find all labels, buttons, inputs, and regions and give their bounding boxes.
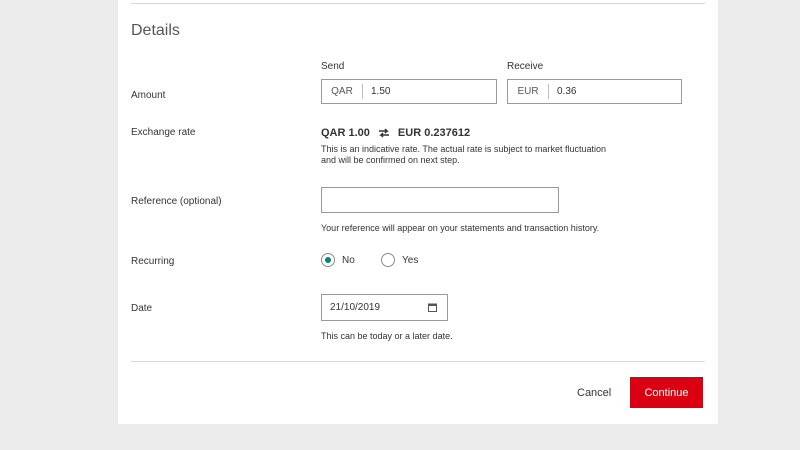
recurring-option-no[interactable]: No (321, 253, 355, 267)
receive-amount-input[interactable] (549, 85, 659, 98)
date-hint: This can be today or a later date. (321, 331, 453, 341)
rate-note-line1: This is an indicative rate. The actual r… (321, 144, 606, 154)
date-value: 21/10/2019 (330, 302, 381, 313)
top-divider (131, 0, 705, 4)
receive-currency: EUR (508, 84, 549, 99)
send-amount-input[interactable] (363, 85, 473, 98)
swap-arrows-icon (378, 128, 390, 138)
radio-yes[interactable] (381, 253, 395, 267)
calendar-icon[interactable] (428, 303, 437, 312)
recurring-option-yes[interactable]: Yes (381, 253, 418, 267)
recurring-label: Recurring (131, 256, 175, 267)
radio-no-label: No (342, 254, 355, 266)
receive-amount-field[interactable]: EUR (507, 79, 682, 104)
amount-label: Amount (131, 90, 166, 101)
reference-hint: Your reference will appear on your state… (321, 223, 600, 233)
exchange-rate-value: QAR 1.00 EUR 0.237612 (321, 127, 470, 139)
reference-input[interactable] (321, 187, 559, 213)
radio-no[interactable] (321, 253, 335, 267)
details-panel: Details Send Receive Amount QAR EUR Exch… (118, 0, 718, 424)
send-currency: QAR (322, 84, 363, 99)
exchange-rate-label: Exchange rate (131, 127, 196, 138)
rate-note-line2: and will be confirmed on next step. (321, 155, 460, 165)
receive-header: Receive (507, 61, 544, 72)
bottom-divider (131, 361, 705, 362)
continue-button[interactable]: Continue (630, 377, 703, 408)
section-title: Details (131, 22, 180, 39)
send-amount-field[interactable]: QAR (321, 79, 497, 104)
send-header: Send (321, 61, 345, 72)
reference-label: Reference (optional) (131, 196, 222, 207)
date-input[interactable]: 21/10/2019 (321, 294, 448, 321)
date-label: Date (131, 303, 153, 314)
cancel-button[interactable]: Cancel (573, 383, 615, 403)
rate-from: QAR 1.00 (321, 127, 370, 139)
radio-yes-label: Yes (402, 254, 419, 266)
rate-to: EUR 0.237612 (397, 127, 471, 139)
